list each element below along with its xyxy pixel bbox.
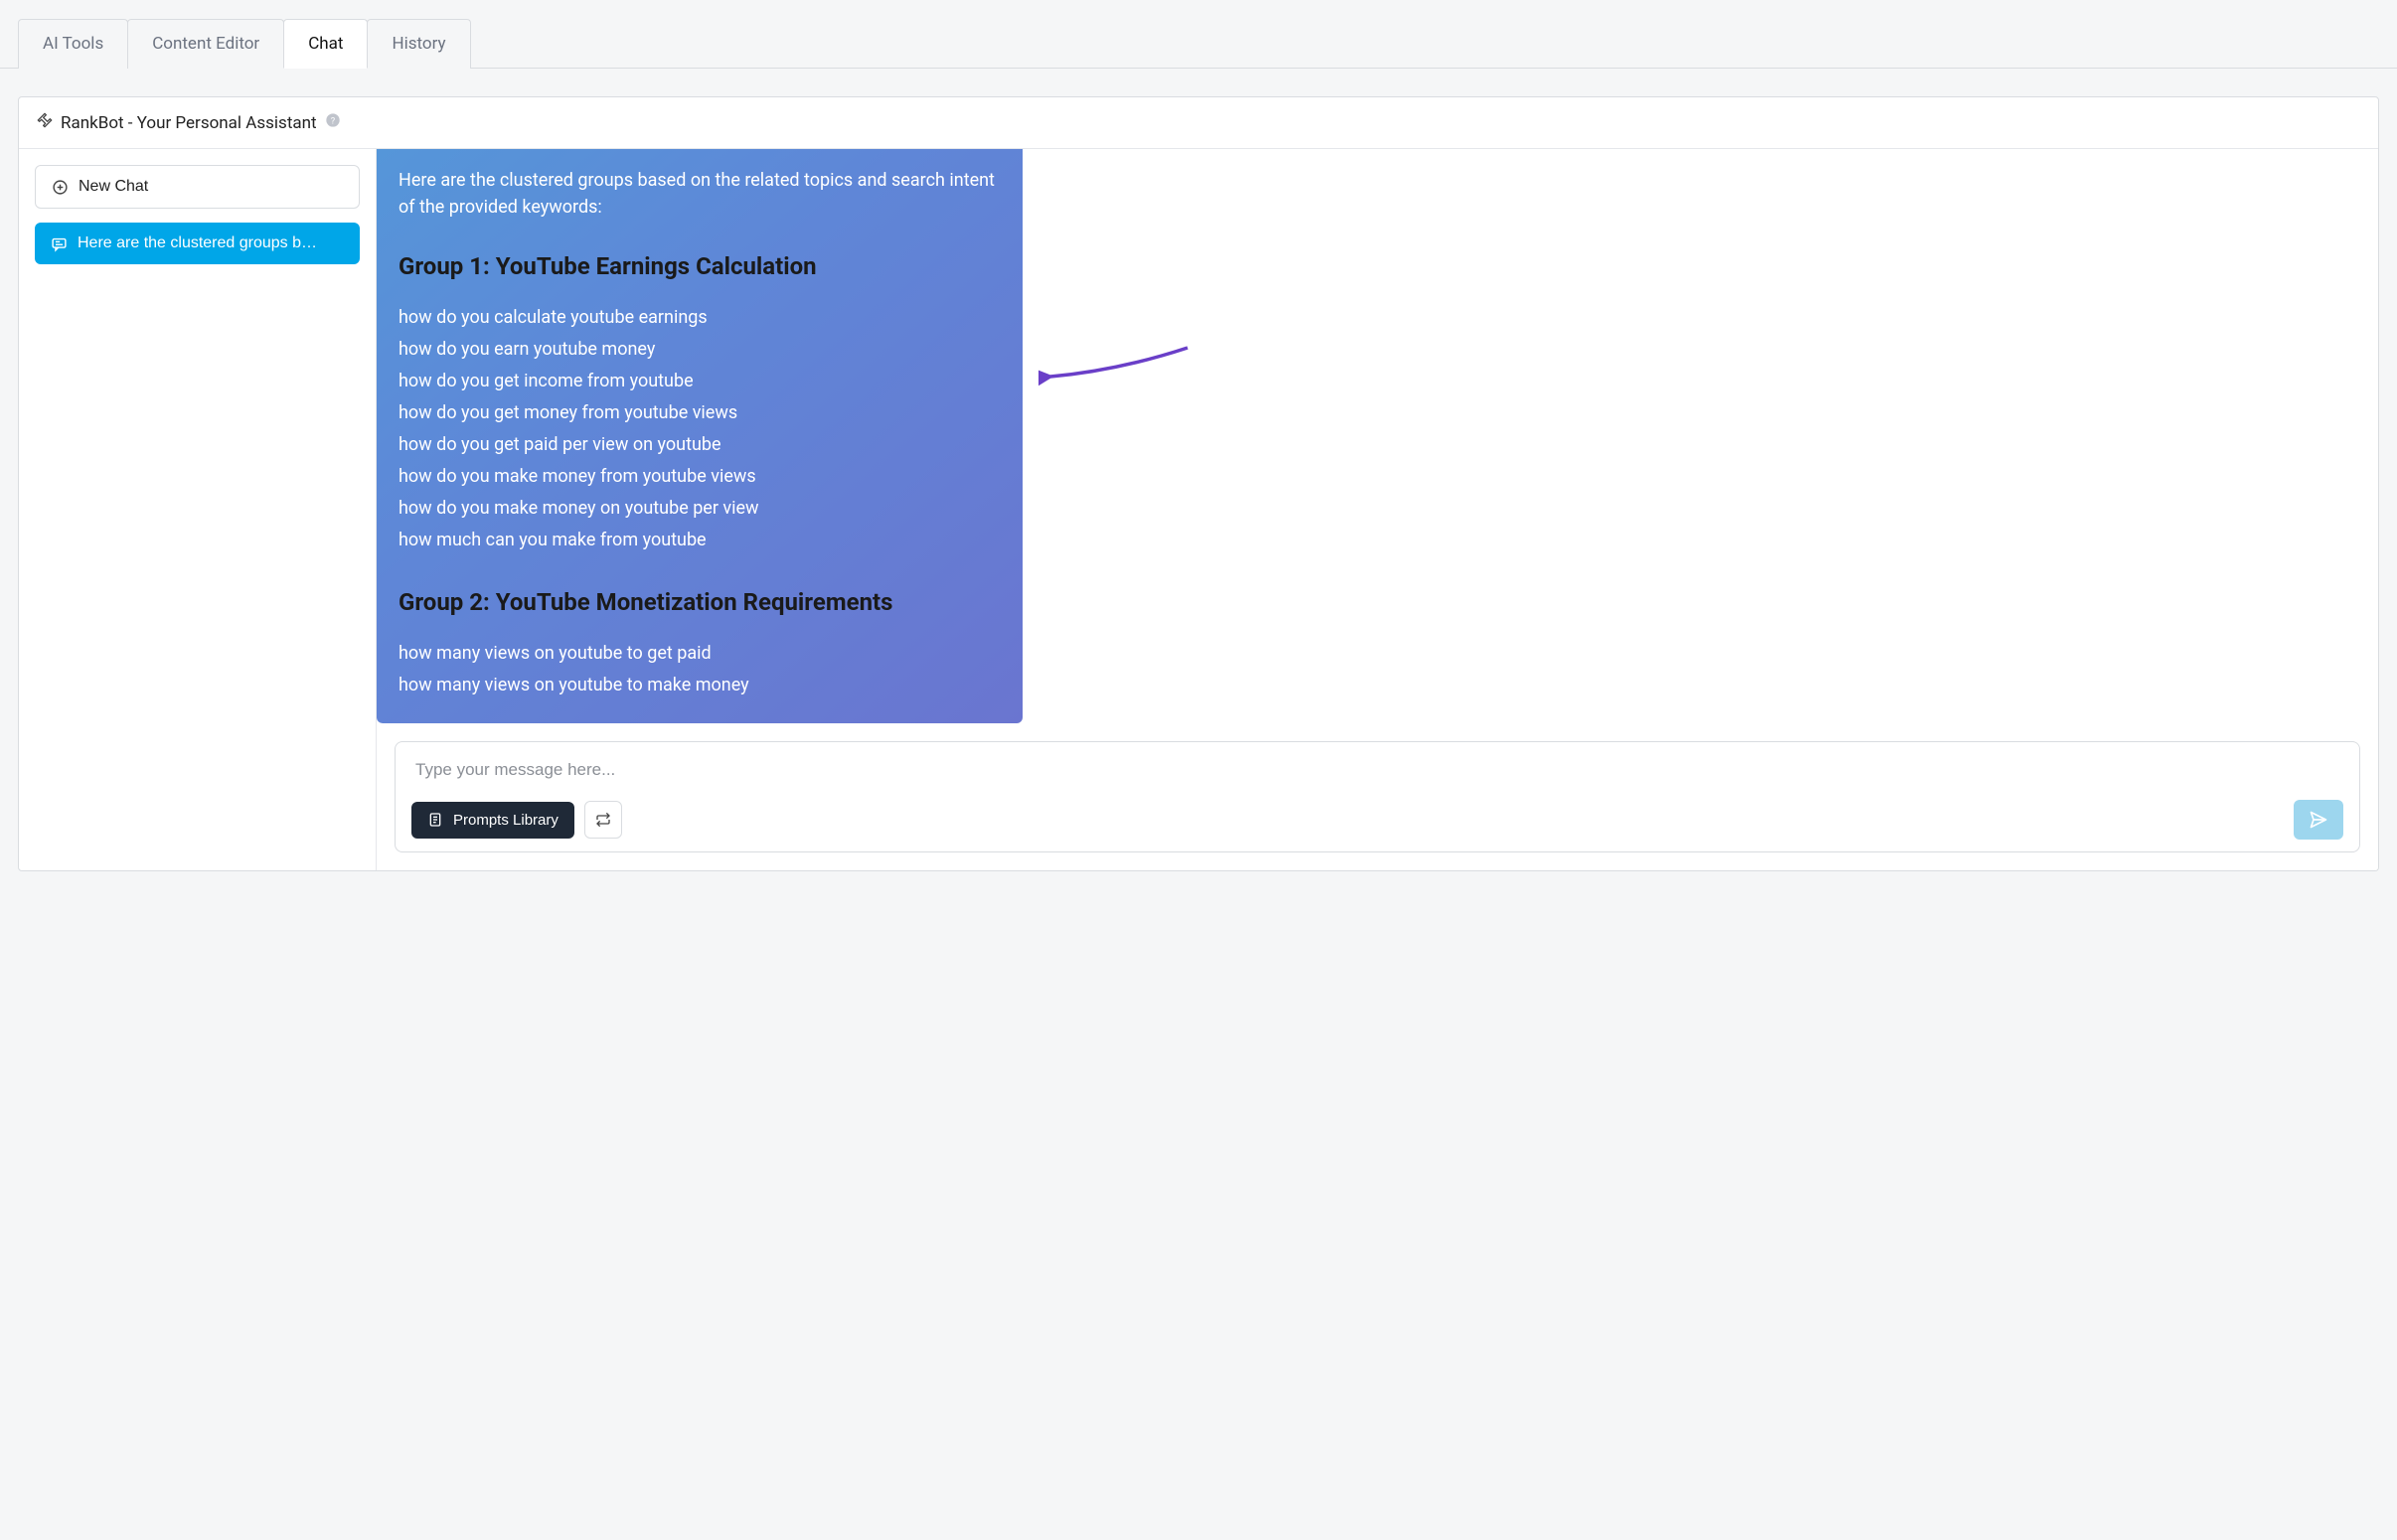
panel-header: RankBot - Your Personal Assistant ? <box>19 97 2378 149</box>
send-button[interactable] <box>2294 800 2343 840</box>
assistant-message: Here are the clustered groups based on t… <box>377 149 1023 723</box>
tab-ai-tools[interactable]: AI Tools <box>18 19 128 69</box>
annotation-arrow <box>1039 343 1193 391</box>
panel-title: RankBot - Your Personal Assistant <box>61 113 317 133</box>
keyword-item: how much can you make from youtube <box>399 525 1001 556</box>
new-chat-label: New Chat <box>79 178 148 196</box>
keyword-item: how do you get money from youtube views <box>399 397 1001 429</box>
message-input[interactable] <box>411 756 2343 800</box>
plus-circle-icon <box>52 179 69 196</box>
message-composer: Prompts Library <box>395 741 2360 852</box>
keyword-item: how many views on youtube to get paid <box>399 638 1001 670</box>
chat-panel: RankBot - Your Personal Assistant ? New … <box>18 96 2379 871</box>
document-icon <box>427 812 443 828</box>
keyword-item: how do you get income from youtube <box>399 366 1001 397</box>
tabs-bar: AI Tools Content Editor Chat History <box>0 0 2397 69</box>
svg-text:?: ? <box>330 115 335 126</box>
group1-list: how do you calculate youtube earnings ho… <box>399 302 1001 556</box>
repeat-icon <box>595 812 611 828</box>
repeat-button[interactable] <box>584 801 622 839</box>
chat-bubble-icon <box>51 235 68 252</box>
sidebar-chat-title: Here are the clustered groups b… <box>78 234 317 252</box>
keyword-item: how do you get paid per view on youtube <box>399 429 1001 461</box>
keyword-item: how do you calculate youtube earnings <box>399 302 1001 334</box>
chat-sidebar: New Chat Here are the clustered groups b… <box>19 149 377 870</box>
group2-heading: Group 2: YouTube Monetization Requiremen… <box>399 584 1001 620</box>
tab-chat[interactable]: Chat <box>283 19 368 69</box>
keyword-item: how many views on youtube to make money <box>399 670 1001 701</box>
prompts-library-button[interactable]: Prompts Library <box>411 802 574 839</box>
pin-icon <box>37 112 53 133</box>
tab-content-editor[interactable]: Content Editor <box>127 19 284 69</box>
message-intro: Here are the clustered groups based on t… <box>399 167 1001 221</box>
keyword-item: how do you earn youtube money <box>399 334 1001 366</box>
keyword-item: how do you make money from youtube views <box>399 461 1001 493</box>
help-icon[interactable]: ? <box>325 112 341 133</box>
group1-heading: Group 1: YouTube Earnings Calculation <box>399 248 1001 284</box>
tab-history[interactable]: History <box>367 19 470 69</box>
sidebar-chat-item[interactable]: Here are the clustered groups b… <box>35 223 360 264</box>
chat-main: Here are the clustered groups based on t… <box>377 149 2378 870</box>
group2-list: how many views on youtube to get paid ho… <box>399 638 1001 701</box>
send-icon <box>2309 810 2328 830</box>
prompts-library-label: Prompts Library <box>453 812 559 829</box>
new-chat-button[interactable]: New Chat <box>35 165 360 209</box>
keyword-item: how do you make money on youtube per vie… <box>399 493 1001 525</box>
